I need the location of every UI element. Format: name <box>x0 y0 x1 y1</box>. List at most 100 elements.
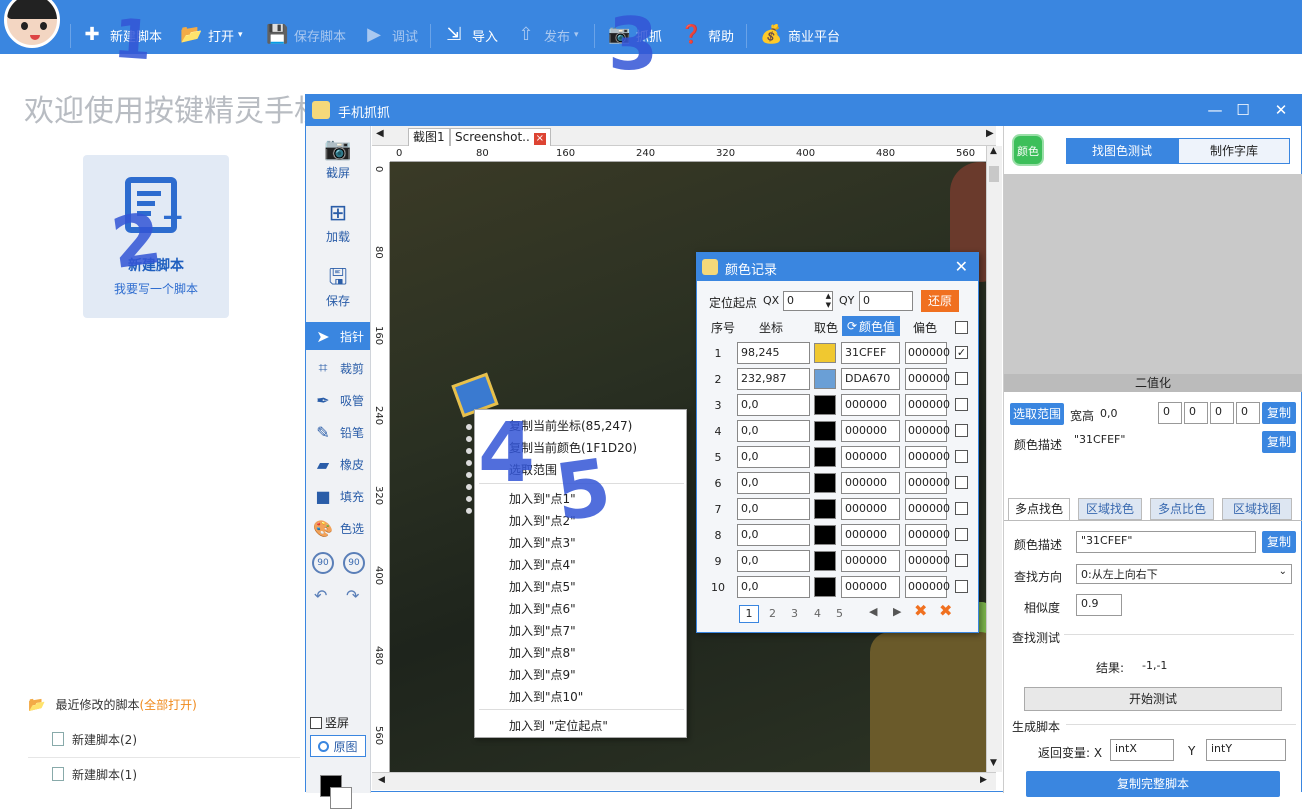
range-x2-input[interactable]: 0 <box>1210 402 1234 424</box>
open-all-link[interactable]: (全部打开) <box>139 696 196 713</box>
page-5[interactable]: 5 <box>836 607 843 620</box>
coord-input[interactable]: 0,0 <box>737 576 810 598</box>
coord-input[interactable]: 232,987 <box>737 368 810 390</box>
var-x-input[interactable]: intX <box>1110 739 1174 761</box>
tab-screenshot[interactable]: Screenshot.. × <box>450 128 551 146</box>
offset-input[interactable]: 000000 <box>905 524 950 546</box>
tab-region-find-color[interactable]: 区域找色 <box>1078 498 1142 520</box>
load-tool[interactable]: ⊞ 加载 <box>306 200 370 245</box>
pencil-tool[interactable]: ✎ 铅笔 <box>312 418 370 446</box>
eraser-tool[interactable]: ▰ 橡皮 <box>312 450 370 478</box>
business-platform-button[interactable]: 💰 商业平台 <box>760 24 840 46</box>
menu-add-point-10[interactable]: 加入到"点10" <box>509 688 583 705</box>
range-y2-input[interactable]: 0 <box>1236 402 1260 424</box>
redo-icon[interactable]: ↷ <box>346 586 359 605</box>
background-color-swatch[interactable] <box>330 787 352 809</box>
coord-input[interactable]: 0,0 <box>737 472 810 494</box>
color-value-input[interactable]: DDA670 <box>841 368 900 390</box>
tab-capture1[interactable]: 截图1 <box>408 128 450 146</box>
color-value-input[interactable]: 000000 <box>841 394 900 416</box>
row-checkbox[interactable] <box>955 580 968 593</box>
close-icon[interactable]: ✕ <box>955 257 968 276</box>
menu-add-point-9[interactable]: 加入到"点9" <box>509 666 576 683</box>
copy-find-desc-button[interactable]: 复制 <box>1262 531 1296 553</box>
select-range-button[interactable]: 选取范围 <box>1010 403 1064 425</box>
color-swatch[interactable] <box>814 551 836 571</box>
color-value-input[interactable]: 000000 <box>841 420 900 442</box>
offset-input[interactable]: 000000 <box>905 472 950 494</box>
fill-tool[interactable]: ■ 填充 <box>312 482 370 510</box>
tab-make-font-lib[interactable]: 制作字库 <box>1178 138 1290 164</box>
coord-input[interactable]: 0,0 <box>737 498 810 520</box>
pointer-tool[interactable]: ➤ 指针 <box>306 322 370 350</box>
find-direction-select[interactable]: 0:从左上向右下 ⌄ <box>1076 564 1292 584</box>
open-button[interactable]: 📂 打开 ▾ <box>180 24 243 46</box>
row-checkbox[interactable] <box>955 476 968 489</box>
coord-input[interactable]: 98,245 <box>737 342 810 364</box>
tab-scroll-left[interactable]: ◀ <box>376 128 384 139</box>
color-swatch[interactable] <box>814 525 836 545</box>
row-checkbox[interactable] <box>955 424 968 437</box>
range-x1-input[interactable]: 0 <box>1158 402 1182 424</box>
color-swatch[interactable] <box>814 577 836 597</box>
page-4[interactable]: 4 <box>814 607 821 620</box>
var-y-input[interactable]: intY <box>1206 739 1286 761</box>
menu-add-point-8[interactable]: 加入到"点8" <box>509 644 576 661</box>
crop-tool[interactable]: ⌗ 裁剪 <box>312 354 370 382</box>
offset-input[interactable]: 000000 <box>905 420 950 442</box>
coord-input[interactable]: 0,0 <box>737 420 810 442</box>
minimize-button[interactable]: — <box>1204 99 1226 121</box>
page-2[interactable]: 2 <box>769 607 776 620</box>
coord-input[interactable]: 0,0 <box>737 524 810 546</box>
close-tab-icon[interactable]: × <box>533 133 546 145</box>
color-value-input[interactable]: 000000 <box>841 472 900 494</box>
prev-page-icon[interactable]: ◀ <box>869 605 877 618</box>
color-value-input[interactable]: 31CFEF <box>841 342 900 364</box>
color-value-input[interactable]: 000000 <box>841 446 900 468</box>
portrait-checkbox[interactable]: 竖屏 <box>310 714 349 731</box>
row-checkbox[interactable] <box>955 528 968 541</box>
vertical-scrollbar[interactable]: ▲ ▼ <box>986 146 1002 772</box>
row-checkbox[interactable] <box>955 450 968 463</box>
publish-button[interactable]: ⇧ 发布 ▾ <box>516 24 578 46</box>
recent-file-item[interactable]: 新建脚本(2) <box>52 726 137 752</box>
color-swatch[interactable] <box>814 395 836 415</box>
color-swatch[interactable] <box>814 343 836 363</box>
offset-input[interactable]: 000000 <box>905 342 950 364</box>
offset-input[interactable]: 000000 <box>905 498 950 520</box>
select-all-checkbox[interactable] <box>955 321 968 334</box>
row-checkbox[interactable] <box>955 502 968 515</box>
rotate-left-button[interactable]: 90 <box>312 552 334 574</box>
original-size-button[interactable]: 原图 <box>310 735 366 757</box>
save-tool[interactable]: 🖫 保存 <box>306 264 370 309</box>
offset-input[interactable]: 000000 <box>905 446 950 468</box>
menu-add-point-4[interactable]: 加入到"点4" <box>509 556 576 573</box>
tab-region-find-image[interactable]: 区域找图 <box>1222 498 1292 520</box>
import-button[interactable]: ⇲ 导入 <box>444 24 498 46</box>
coord-input[interactable]: 0,0 <box>737 550 810 572</box>
row-checkbox[interactable]: ✓ <box>955 346 968 359</box>
color-value-input[interactable]: 000000 <box>841 550 900 572</box>
tab-multi-point-compare[interactable]: 多点比色 <box>1150 498 1214 520</box>
delete-icon[interactable]: ✖ <box>914 601 927 620</box>
qx-spinner[interactable]: 0 ▲ ▼ <box>783 291 833 311</box>
tab-scroll-right[interactable]: ▶ <box>986 128 994 139</box>
offset-input[interactable]: 000000 <box>905 550 950 572</box>
row-checkbox[interactable] <box>955 372 968 385</box>
save-script-button[interactable]: 💾 保存脚本 <box>266 24 346 46</box>
start-test-button[interactable]: 开始测试 <box>1024 687 1282 711</box>
rotate-right-button[interactable]: 90 <box>343 552 365 574</box>
horizontal-scrollbar[interactable]: ◀ ▶ <box>372 772 996 790</box>
menu-add-point-5[interactable]: 加入到"点5" <box>509 578 576 595</box>
range-y1-input[interactable]: 0 <box>1184 402 1208 424</box>
color-swatch[interactable] <box>814 369 836 389</box>
color-swatch[interactable] <box>814 447 836 467</box>
menu-add-point-7[interactable]: 加入到"点7" <box>509 622 576 639</box>
restore-button[interactable]: 还原 <box>921 290 959 312</box>
row-checkbox[interactable] <box>955 398 968 411</box>
offset-input[interactable]: 000000 <box>905 368 950 390</box>
menu-add-origin[interactable]: 加入到 "定位起点" <box>509 717 608 734</box>
color-value-header-button[interactable]: ⟳ 颜色值 <box>842 316 900 336</box>
offset-input[interactable]: 000000 <box>905 576 950 598</box>
color-value-input[interactable]: 000000 <box>841 576 900 598</box>
